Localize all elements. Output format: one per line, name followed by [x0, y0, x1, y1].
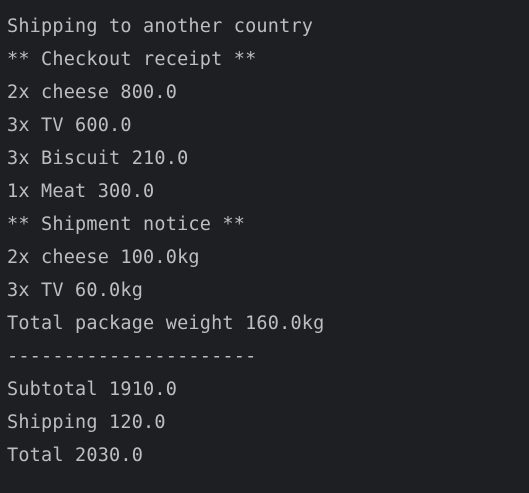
console-line-item-cheese: 2x cheese 800.0 [7, 82, 178, 103]
console-line-total-weight: Total package weight 160.0kg [7, 313, 325, 334]
console-line-shipment-cheese: 2x cheese 100.0kg [7, 247, 200, 268]
console-line-receipt-header: ** Checkout receipt ** [7, 49, 257, 70]
console-line-subtotal: Subtotal 1910.0 [7, 379, 178, 400]
console-line-shipment-header: ** Shipment notice ** [7, 214, 246, 235]
console-line-shipping-destination: Shipping to another country [7, 16, 314, 37]
console-line-shipment-tv: 3x TV 60.0kg [7, 280, 144, 301]
console-line-item-biscuit: 3x Biscuit 210.0 [7, 148, 189, 169]
console-line-item-tv: 3x TV 600.0 [7, 115, 132, 136]
console-output[interactable]: Shipping to another country ** Checkout … [0, 0, 529, 493]
console-line-separator: ---------------------- [7, 346, 257, 367]
console-line-item-meat: 1x Meat 300.0 [7, 181, 155, 202]
console-line-total: Total 2030.0 [7, 445, 144, 466]
console-line-shipping-cost: Shipping 120.0 [7, 412, 166, 433]
